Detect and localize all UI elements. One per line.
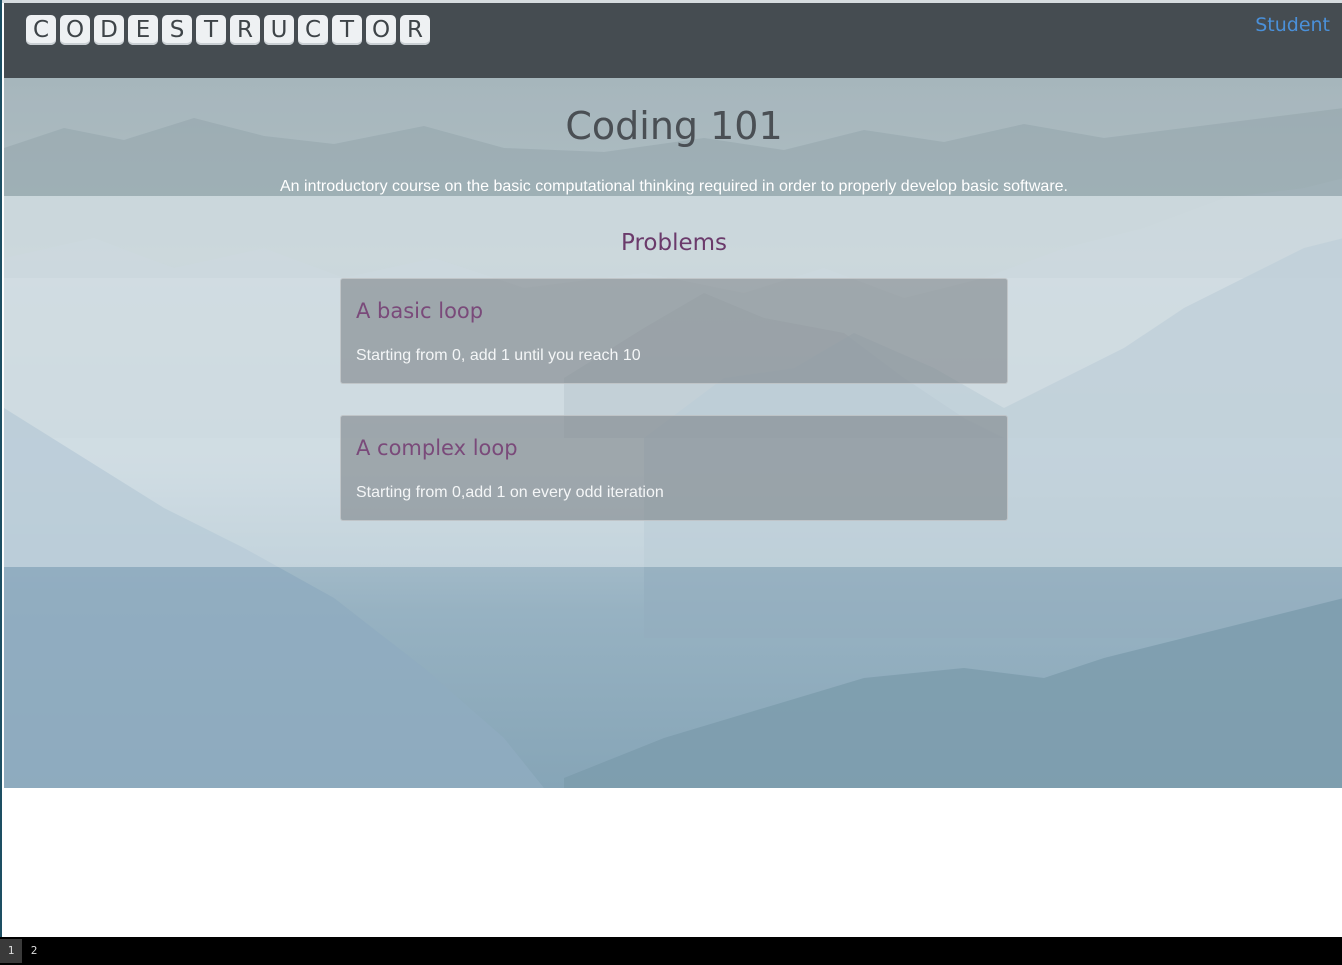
logo-tile: O: [60, 15, 90, 45]
problem-card-basic-loop[interactable]: A basic loop Starting from 0, add 1 unti…: [340, 278, 1008, 384]
course-description: An introductory course on the basic comp…: [280, 178, 1068, 195]
problem-description: Starting from 0, add 1 until you reach 1…: [356, 347, 641, 364]
logo-tile: D: [94, 15, 124, 45]
problems-heading: Problems: [620, 230, 727, 256]
problem-title[interactable]: A basic loop: [356, 299, 483, 323]
logo-tile: C: [298, 15, 328, 45]
workspace-button-1[interactable]: 1: [0, 939, 22, 963]
logo-tile: E: [128, 15, 158, 45]
site-header: C O D E S T R U C T O R Student: [4, 3, 1342, 78]
logo-tile: T: [196, 15, 226, 45]
logo-tile: U: [264, 15, 294, 45]
logo-tile: T: [332, 15, 362, 45]
student-link[interactable]: Student: [1255, 14, 1330, 36]
course-title: Coding 101: [565, 104, 783, 148]
problem-title[interactable]: A complex loop: [356, 436, 518, 460]
logo-tile: R: [400, 15, 430, 45]
codestructor-logo[interactable]: C O D E S T R U C T O R: [26, 15, 430, 45]
workspace-button-2[interactable]: 2: [23, 939, 45, 963]
problem-description: Starting from 0,add 1 on every odd itera…: [356, 484, 664, 501]
window-manager-bar: 1 2: [0, 937, 1342, 965]
problem-card-complex-loop[interactable]: A complex loop Starting from 0,add 1 on …: [340, 415, 1008, 521]
logo-tile: O: [366, 15, 396, 45]
browser-viewport: C O D E S T R U C T O R Student Coding 1…: [0, 0, 1342, 937]
logo-tile: R: [230, 15, 260, 45]
course-hero: Coding 101 An introductory course on the…: [4, 78, 1342, 788]
logo-tile: C: [26, 15, 56, 45]
logo-tile: S: [162, 15, 192, 45]
